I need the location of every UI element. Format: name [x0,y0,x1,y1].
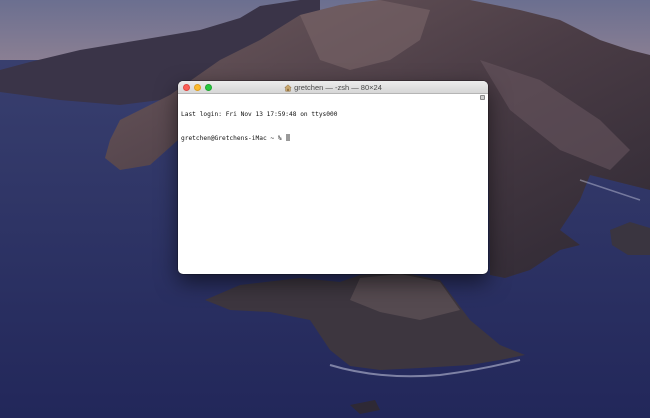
terminal-window[interactable]: gretchen — -zsh — 80×24 Last login: Fri … [178,81,488,274]
scroll-indicator-icon[interactable] [480,95,485,100]
text-cursor [286,133,290,141]
prompt-line: gretchen@Gretchens-iMac ~ % [181,133,478,143]
home-folder-icon [284,83,292,91]
shell-prompt: gretchen@Gretchens-iMac ~ % [181,134,282,142]
window-title-container: gretchen — -zsh — 80×24 [178,81,488,94]
window-title: gretchen — -zsh — 80×24 [294,83,382,92]
last-login-line: Last login: Fri Nov 13 17:59:48 on ttys0… [181,110,338,118]
terminal-output[interactable]: Last login: Fri Nov 13 17:59:48 on ttys0… [181,95,478,272]
window-titlebar[interactable]: gretchen — -zsh — 80×24 [178,81,488,94]
